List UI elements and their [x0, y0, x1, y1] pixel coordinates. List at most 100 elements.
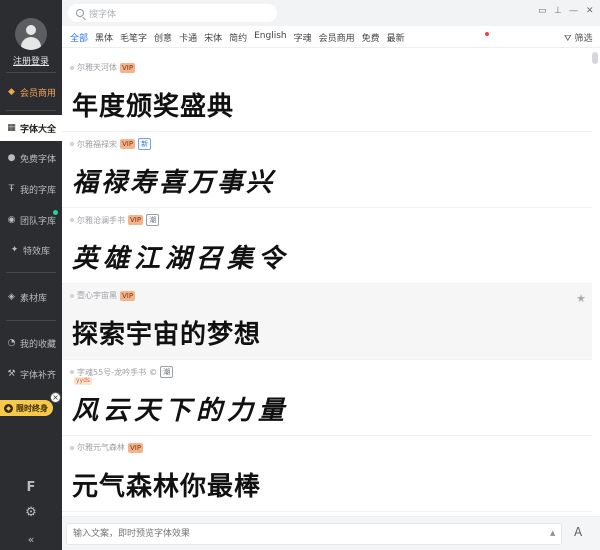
- new-tag: 新: [138, 138, 152, 150]
- font-meta: 尔雅元气森林 VIP: [70, 442, 144, 453]
- team-icon: ◉: [7, 215, 16, 225]
- tab-latest[interactable]: 最新: [387, 31, 405, 44]
- font-card[interactable]: 尔雅天河体 VIP 年度颁奖盛典: [62, 56, 592, 132]
- sidebar-item-label: 免费字体: [20, 154, 57, 165]
- avatar-body-shape: [21, 37, 41, 50]
- settings-icon[interactable]: ⚙: [0, 505, 62, 520]
- promo-badge[interactable]: ◆ 限时终身: [0, 400, 53, 416]
- filter-button[interactable]: ⛛ 筛选: [564, 31, 592, 44]
- sidebar-item-label: 字体大全: [20, 124, 57, 135]
- sidebar-item-font-completion[interactable]: ⚒ 字体补齐: [0, 361, 62, 387]
- search-input[interactable]: 搜字体: [68, 4, 277, 22]
- sidebar-item-label: 团队字库: [20, 216, 57, 227]
- pin-icon[interactable]: ⊥: [554, 6, 562, 16]
- tab-songti[interactable]: 宋体: [204, 31, 222, 44]
- sidebar-item-all-fonts[interactable]: ▦ 字体大全: [0, 115, 62, 141]
- font-preview: 福禄寿喜万事兴: [72, 168, 276, 198]
- font-name: 尔雅沧澜手书: [77, 215, 125, 225]
- caret-up-icon[interactable]: ▲: [550, 529, 555, 537]
- font-name: 尔雅天河体: [77, 63, 117, 72]
- login-link[interactable]: 注册登录: [0, 54, 62, 67]
- font-preview: 年度颁奖盛典: [72, 92, 235, 122]
- font-name: 尔雅元气森林: [77, 443, 125, 452]
- font-name: 壹心宇宙黑: [77, 291, 117, 300]
- sidebar-item-label: 我的字库: [20, 185, 57, 196]
- font-preview: 探索宇宙的梦想: [72, 320, 262, 350]
- tab-simple[interactable]: 简约: [229, 31, 247, 44]
- tab-cartoon[interactable]: 卡通: [179, 31, 197, 44]
- sidebar-item-label: 字体补齐: [20, 370, 57, 381]
- vip-tag: VIP: [120, 290, 136, 301]
- search-placeholder: 搜字体: [89, 9, 117, 20]
- filter-icon: ⛛: [564, 34, 572, 44]
- avatar[interactable]: [15, 18, 47, 50]
- grid-icon: ▦: [7, 123, 16, 133]
- list-scrollbar[interactable]: [592, 52, 598, 64]
- font-size-button[interactable]: A: [574, 525, 582, 539]
- vip-tag: VIP: [120, 139, 136, 149]
- font-card[interactable]: 尔雅元气森林 VIP 元气森林你最棒: [62, 436, 592, 512]
- trend-tag: 潮: [146, 214, 160, 226]
- font-preview: 元气森林你最棒: [72, 472, 262, 502]
- preview-text-input[interactable]: [66, 523, 562, 545]
- avatar-head-shape: [26, 25, 36, 35]
- top-bar: 搜字体 ▭ ⊥ — ✕: [62, 0, 600, 26]
- sidebar-item-free-fonts[interactable]: ● 免费字体: [0, 145, 62, 171]
- tab-zihun[interactable]: 字魂: [294, 31, 312, 44]
- favorites-icon: ◔: [7, 338, 16, 348]
- tab-creative[interactable]: 创意: [154, 31, 172, 44]
- trend-tag: 潮: [160, 366, 174, 378]
- font-status-dot: [70, 65, 74, 70]
- copyright-icon: ©: [149, 367, 158, 377]
- promo-close-icon[interactable]: ×: [50, 392, 61, 403]
- font-card[interactable]: 字魂55号-龙吟手书 © 潮 yyds 风云天下的力量: [62, 360, 592, 436]
- sidebar-divider: [6, 110, 56, 111]
- diamond-icon: ◆: [8, 87, 15, 97]
- sidebar-item-label: 特效库: [23, 246, 51, 257]
- favorite-star-icon[interactable]: ★: [576, 292, 586, 305]
- sidebar-item-materials[interactable]: ◈ 素材库: [0, 284, 62, 310]
- vip-tag: VIP: [128, 215, 144, 225]
- wrench-icon: ⚒: [7, 369, 16, 379]
- sidebar-divider: [6, 72, 56, 73]
- yyds-tag: yyds: [74, 377, 93, 385]
- promo-label: 限时终身: [16, 403, 48, 413]
- font-status-dot: [70, 293, 74, 298]
- sidebar-item-label: 素材库: [20, 293, 48, 304]
- font-meta: 壹心宇宙黑 VIP: [70, 290, 136, 301]
- collapse-icon[interactable]: «: [0, 533, 62, 546]
- diamond-icon: ◆: [4, 403, 13, 413]
- minimize-icon[interactable]: —: [569, 6, 578, 16]
- tab-heiti[interactable]: 黑体: [95, 31, 113, 44]
- tab-free[interactable]: 免费: [362, 31, 380, 44]
- font-status-dot: [70, 370, 74, 374]
- font-name: 字魂55号-龙吟手书: [77, 367, 147, 377]
- sidebar-item-vip[interactable]: ◆ 会员商用: [0, 79, 62, 105]
- font-meta: 尔雅天河体 VIP: [70, 62, 136, 73]
- font-card[interactable]: 壹心宇宙黑 VIP ★ 探索宇宙的梦想: [62, 284, 592, 360]
- tab-brush[interactable]: 毛笔字: [120, 31, 147, 44]
- font-status-dot: [70, 445, 74, 450]
- new-indicator-dot: [485, 32, 489, 36]
- category-tabs: 全部 黑体 毛笔字 创意 卡通 宋体 简约 English 字魂 会员商用 免费…: [70, 31, 412, 44]
- logo-f-icon[interactable]: F: [0, 480, 62, 495]
- font-card[interactable]: 尔雅福禄宋 VIP 新 福禄寿喜万事兴: [62, 132, 592, 208]
- tab-commercial[interactable]: 会员商用: [319, 31, 355, 44]
- sidebar-item-label: 会员商用: [20, 88, 57, 99]
- tab-all[interactable]: 全部: [70, 31, 88, 44]
- font-status-dot: [70, 218, 74, 222]
- free-icon: ●: [7, 153, 16, 163]
- sidebar-divider: [6, 272, 56, 273]
- font-meta: 尔雅福禄宋 VIP 新: [70, 138, 152, 150]
- message-icon[interactable]: ▭: [538, 6, 547, 16]
- font-name: 尔雅福禄宋: [77, 139, 117, 149]
- font-status-dot: [70, 142, 74, 146]
- font-library-icon: Ŧ: [8, 184, 15, 194]
- preview-text-bar: ▲ A: [62, 516, 600, 550]
- sidebar-item-my-library[interactable]: Ŧ 我的字库: [0, 176, 62, 202]
- sidebar-item-favorites[interactable]: ◔ 我的收藏: [0, 330, 62, 356]
- close-icon[interactable]: ✕: [586, 6, 594, 16]
- font-card[interactable]: 尔雅沧澜手书 VIP 潮 英雄江湖召集令: [62, 208, 592, 284]
- sidebar-item-effects[interactable]: ✦ 特效库: [0, 237, 62, 263]
- tab-english[interactable]: English: [254, 31, 287, 44]
